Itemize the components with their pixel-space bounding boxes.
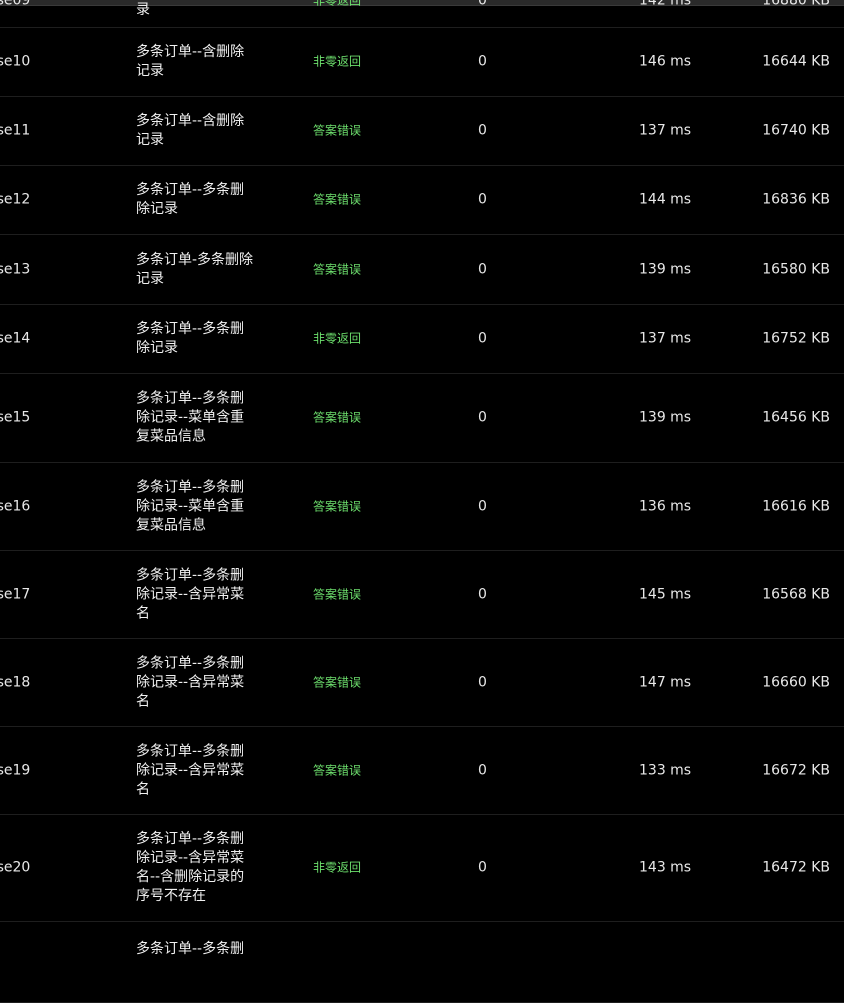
time: 137 ms (639, 122, 692, 139)
time: 139 ms (639, 409, 692, 426)
table-row: ase19 多条订单--多条删除记录--含异常菜名 答案错误 0 133 ms … (0, 727, 844, 815)
case-name: 多条订单--多条删 (136, 941, 245, 957)
case-id: ase11 (0, 122, 31, 139)
memory: 16456 KB (762, 409, 830, 426)
case-name: 多条订单--多条删除记录--菜单含重复菜品信息 (136, 479, 245, 533)
table-row: ase11 多条订单--含删除记录 答案错误 0 137 ms 16740 KB (0, 97, 844, 166)
case-name: 多条订单-多条删除记录 (136, 251, 254, 287)
case-name: 多条订单--多条删除记录--菜单含重复菜品信息 (136, 390, 245, 445)
case-id: ase17 (0, 586, 31, 602)
status-text: 非零返回 (313, 860, 362, 875)
time: 147 ms (639, 674, 692, 690)
case-id: ase19 (0, 762, 31, 778)
case-id: ase18 (0, 674, 31, 690)
table-row: ase10 多条订单--含删除记录 非零返回 0 146 ms 16644 KB (0, 28, 844, 97)
score: 0 (478, 330, 487, 347)
time: 133 ms (639, 762, 692, 778)
case-name: 多条订单--多条删除记录--含异常菜名 (136, 567, 245, 621)
score: 0 (478, 0, 487, 9)
memory: 16836 KB (762, 191, 830, 208)
memory: 16472 KB (762, 859, 830, 876)
table-row: ase13 多条订单-多条删除记录 答案错误 0 139 ms 16580 KB (0, 235, 844, 305)
case-name: 多条订单--多条删除记录 (136, 321, 245, 356)
table-row: ase14 多条订单--多条删除记录 非零返回 0 137 ms 16752 K… (0, 305, 844, 374)
case-id: ase14 (0, 330, 31, 347)
memory: 16580 KB (762, 261, 830, 277)
table-row: ase12 多条订单--多条删除记录 答案错误 0 144 ms 16836 K… (0, 166, 844, 235)
case-name: 多条订单--含删除记录 (136, 44, 245, 79)
table-row: 多条订单--多条删 (0, 922, 844, 1003)
memory: 16644 KB (762, 53, 830, 70)
test-case-table: ase09 多条订单-含删除记录 非零返回 0 142 ms 16880 KB … (0, 0, 844, 1003)
time: 137 ms (639, 330, 692, 347)
memory: 16740 KB (762, 122, 830, 139)
status-text: 答案错误 (313, 763, 362, 777)
score: 0 (478, 261, 487, 277)
status-text: 非零返回 (313, 0, 362, 8)
case-id: ase13 (0, 261, 31, 277)
memory: 16672 KB (762, 762, 830, 778)
case-id: ase15 (0, 409, 31, 426)
score: 0 (478, 122, 487, 139)
score: 0 (478, 762, 487, 778)
score: 0 (478, 859, 487, 876)
status-text: 答案错误 (313, 587, 362, 601)
table-row: ase15 多条订单--多条删除记录--菜单含重复菜品信息 答案错误 0 139… (0, 374, 844, 463)
time: 146 ms (639, 53, 692, 70)
status-text: 答案错误 (313, 410, 362, 425)
table-row: ase16 多条订单--多条删除记录--菜单含重复菜品信息 答案错误 0 136… (0, 463, 844, 551)
status-text: 答案错误 (313, 499, 362, 513)
memory: 16616 KB (762, 498, 830, 514)
status-text: 答案错误 (313, 192, 362, 207)
status-text: 答案错误 (313, 675, 362, 689)
case-name: 多条订单-含删除记录 (136, 2, 150, 18)
table-row: ase20 多条订单--多条删除记录--含异常菜名--含删除记录的序号不存在 非… (0, 815, 844, 922)
status-text: 答案错误 (313, 123, 362, 138)
score: 0 (478, 674, 487, 690)
status-text: 答案错误 (313, 262, 362, 276)
case-id: ase09 (0, 0, 31, 9)
case-id: ase10 (0, 53, 31, 70)
table-row: ase09 多条订单-含删除记录 非零返回 0 142 ms 16880 KB (0, 0, 844, 28)
case-name: 多条订单--多条删除记录--含异常菜名 (136, 655, 245, 709)
time: 144 ms (639, 191, 692, 208)
time: 145 ms (639, 586, 692, 602)
memory: 16660 KB (762, 674, 830, 690)
score: 0 (478, 586, 487, 602)
memory: 16880 KB (762, 0, 830, 9)
score: 0 (478, 409, 487, 426)
time: 143 ms (639, 859, 692, 876)
case-id: ase20 (0, 859, 31, 876)
case-name: 多条订单--多条删除记录--含异常菜名--含删除记录的序号不存在 (136, 831, 245, 904)
table-row: ase17 多条订单--多条删除记录--含异常菜名 答案错误 0 145 ms … (0, 551, 844, 639)
time: 139 ms (639, 261, 692, 277)
status-text: 非零返回 (313, 331, 362, 346)
time: 136 ms (639, 498, 692, 514)
time: 142 ms (639, 0, 692, 9)
case-id: ase16 (0, 498, 31, 514)
score: 0 (478, 191, 487, 208)
memory: 16752 KB (762, 330, 830, 347)
score: 0 (478, 498, 487, 514)
case-name: 多条订单--多条删除记录--含异常菜名 (136, 743, 245, 797)
case-id: ase12 (0, 191, 31, 208)
case-name: 多条订单--多条删除记录 (136, 182, 245, 217)
score: 0 (478, 53, 487, 70)
memory: 16568 KB (762, 586, 830, 602)
status-text: 非零返回 (313, 54, 362, 69)
table-row: ase18 多条订单--多条删除记录--含异常菜名 答案错误 0 147 ms … (0, 639, 844, 727)
case-name: 多条订单--含删除记录 (136, 113, 245, 148)
